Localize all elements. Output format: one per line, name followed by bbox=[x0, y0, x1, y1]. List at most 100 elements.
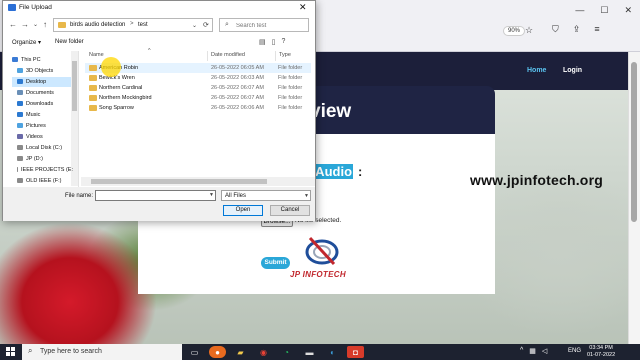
nav-item-label: Desktop bbox=[26, 78, 47, 85]
pictures-icon bbox=[17, 123, 23, 128]
task-view-icon[interactable]: ▭ bbox=[186, 346, 203, 358]
file-name-dropdown-icon[interactable]: ▼ bbox=[209, 192, 214, 198]
firefox-icon[interactable]: ● bbox=[209, 346, 226, 358]
address-bar[interactable]: birds audio detection > test ⌄ ⟳ bbox=[53, 18, 213, 32]
nav-item[interactable]: Documents bbox=[17, 88, 73, 97]
chrome-icon[interactable]: ◉ bbox=[255, 346, 272, 358]
file-row[interactable]: Bewick's Wren 26-05-2022 06:03 AM File fol… bbox=[85, 73, 311, 83]
nav-item[interactable]: This PC bbox=[12, 55, 68, 64]
column-header-type[interactable]: Type bbox=[279, 52, 291, 58]
column-header-date[interactable]: Date modified bbox=[211, 52, 245, 58]
folder-icon bbox=[89, 75, 97, 81]
file-row[interactable]: Northern Cardinal 26-05-2022 06:07 AM File… bbox=[85, 83, 311, 93]
file-type-filter[interactable]: All Files ▼ bbox=[221, 190, 311, 201]
cancel-button[interactable]: Cancel bbox=[270, 205, 310, 216]
nav-item[interactable]: OLD IEEE (F:) bbox=[17, 176, 73, 185]
recent-locations-chevron-icon[interactable]: ⌄ bbox=[33, 21, 38, 28]
nav-item[interactable]: JP (D:) bbox=[17, 154, 73, 163]
nav-login-link[interactable]: Login bbox=[563, 67, 582, 74]
submit-button[interactable]: Submit bbox=[261, 257, 290, 269]
drive-icon bbox=[17, 156, 23, 161]
nav-home-link[interactable]: Home bbox=[527, 67, 546, 74]
bookmark-star-icon[interactable]: ☆ bbox=[525, 25, 533, 36]
tray-chevron-icon[interactable]: ^ bbox=[520, 347, 523, 355]
breadcrumb-birds-audio-detection[interactable]: birds audio detection bbox=[70, 22, 125, 28]
cursor-highlight bbox=[101, 57, 121, 77]
edge-icon[interactable]: ◐ bbox=[324, 346, 341, 358]
nav-item-label: Pictures bbox=[26, 122, 46, 129]
command-bar: Organize ▾ New folder ▤ ▯ ? bbox=[3, 35, 315, 49]
menu-icon[interactable]: ≡ bbox=[594, 24, 599, 35]
network-icon[interactable]: ▦ bbox=[529, 347, 536, 355]
system-tray: ^ ▦ ◁ bbox=[520, 347, 547, 355]
drive-icon bbox=[17, 167, 19, 172]
nav-item-label: JP (D:) bbox=[26, 155, 44, 162]
address-dropdown-icon[interactable]: ⌄ bbox=[192, 22, 197, 29]
extensions-icon[interactable]: ⇪ bbox=[573, 24, 581, 35]
file-name: Song Sparrow bbox=[99, 105, 134, 111]
minimize-button[interactable]: — bbox=[575, 5, 584, 16]
nav-item[interactable]: IEEE PROJECTS (E: bbox=[17, 165, 73, 174]
file-row[interactable]: Northern Mockingbird 26-05-2022 06:07 AM F… bbox=[85, 93, 311, 103]
nav-item[interactable]: Desktop bbox=[17, 77, 73, 86]
organize-button[interactable]: Organize ▾ bbox=[12, 39, 41, 46]
close-button[interactable]: ✕ bbox=[624, 5, 632, 16]
clock[interactable]: 03:34 PM 01-07-2022 bbox=[587, 345, 615, 359]
shield-icon[interactable]: ⛉ bbox=[552, 24, 559, 35]
dialog-title: File Upload bbox=[19, 4, 52, 11]
dialog-search-box[interactable]: ⌕ bbox=[219, 18, 309, 32]
file-date: 26-05-2022 06:06 AM bbox=[211, 105, 264, 111]
nav-item[interactable]: Videos bbox=[17, 132, 73, 141]
nav-item[interactable]: Local Disk (C:) bbox=[17, 143, 73, 152]
file-date: 26-05-2022 06:05 AM bbox=[211, 65, 264, 71]
refresh-icon[interactable]: ⟳ bbox=[203, 21, 209, 29]
preview-pane-icon[interactable]: ▯ bbox=[272, 38, 276, 46]
recorder-app-icon[interactable]: ◘ bbox=[347, 346, 364, 358]
maximize-button[interactable]: ☐ bbox=[600, 5, 608, 16]
open-button[interactable]: Open bbox=[223, 205, 263, 216]
nav-item-label: OLD IEEE (F:) bbox=[26, 177, 62, 184]
file-upload-dialog: File Upload ✕ ← → ⌄ ↑ birds audio detect… bbox=[2, 0, 316, 221]
back-arrow-icon[interactable]: ← bbox=[9, 20, 17, 29]
clock-date: 01-07-2022 bbox=[587, 352, 616, 358]
dialog-search-input[interactable] bbox=[236, 21, 306, 30]
breadcrumb-test[interactable]: test bbox=[138, 22, 148, 28]
videos-icon bbox=[17, 134, 23, 139]
music-icon bbox=[17, 112, 23, 117]
dialog-titlebar[interactable]: File Upload ✕ bbox=[3, 1, 315, 15]
help-icon[interactable]: ? bbox=[281, 38, 285, 46]
terminal-icon[interactable]: ▬ bbox=[301, 346, 318, 358]
forward-arrow-icon[interactable]: → bbox=[21, 20, 29, 29]
taskbar-apps: ▭ ● ▰ ◉ ◔ ▬ ◐ ◘ bbox=[186, 346, 364, 358]
file-explorer-icon[interactable]: ▰ bbox=[232, 346, 249, 358]
page-scrollbar-thumb[interactable] bbox=[631, 62, 637, 222]
chevron-down-icon: ▼ bbox=[304, 193, 309, 199]
taskbar-search-placeholder[interactable]: Type here to search bbox=[40, 348, 102, 355]
file-name: Northern Mockingbird bbox=[99, 95, 152, 101]
up-arrow-icon[interactable]: ↑ bbox=[43, 20, 47, 29]
folder-icon bbox=[89, 105, 97, 111]
nav-item[interactable]: Music bbox=[17, 110, 73, 119]
new-folder-button[interactable]: New folder bbox=[55, 39, 84, 45]
watermark-url: www.jpinfotech.org bbox=[470, 172, 603, 188]
view-options: ▤ ▯ ? bbox=[259, 38, 285, 46]
column-divider[interactable] bbox=[207, 51, 208, 61]
language-indicator[interactable]: ENG bbox=[568, 348, 581, 354]
windows-start-icon[interactable] bbox=[6, 347, 15, 356]
nav-item[interactable]: 3D Objects bbox=[17, 66, 73, 75]
file-name-input[interactable] bbox=[95, 190, 216, 201]
nav-item[interactable]: Pictures bbox=[17, 121, 73, 130]
desktop-icon bbox=[17, 79, 23, 84]
dialog-close-button[interactable]: ✕ bbox=[299, 2, 307, 13]
file-list-hscrollbar-thumb[interactable] bbox=[91, 179, 267, 184]
column-divider[interactable] bbox=[275, 51, 276, 61]
zoom-level-badge[interactable]: 90% bbox=[503, 26, 526, 36]
volume-icon[interactable]: ◁ bbox=[542, 347, 547, 355]
clock-time: 03:34 PM bbox=[589, 345, 613, 351]
view-mode-icon[interactable]: ▤ bbox=[259, 38, 266, 46]
nav-item-label: Videos bbox=[26, 133, 43, 140]
nav-item[interactable]: Downloads bbox=[17, 99, 73, 108]
whatsapp-icon[interactable]: ◔ bbox=[278, 346, 295, 358]
file-row[interactable]: Song Sparrow 26-05-2022 06:06 AM File fold… bbox=[85, 103, 311, 113]
column-header-name[interactable]: Name bbox=[89, 52, 104, 58]
